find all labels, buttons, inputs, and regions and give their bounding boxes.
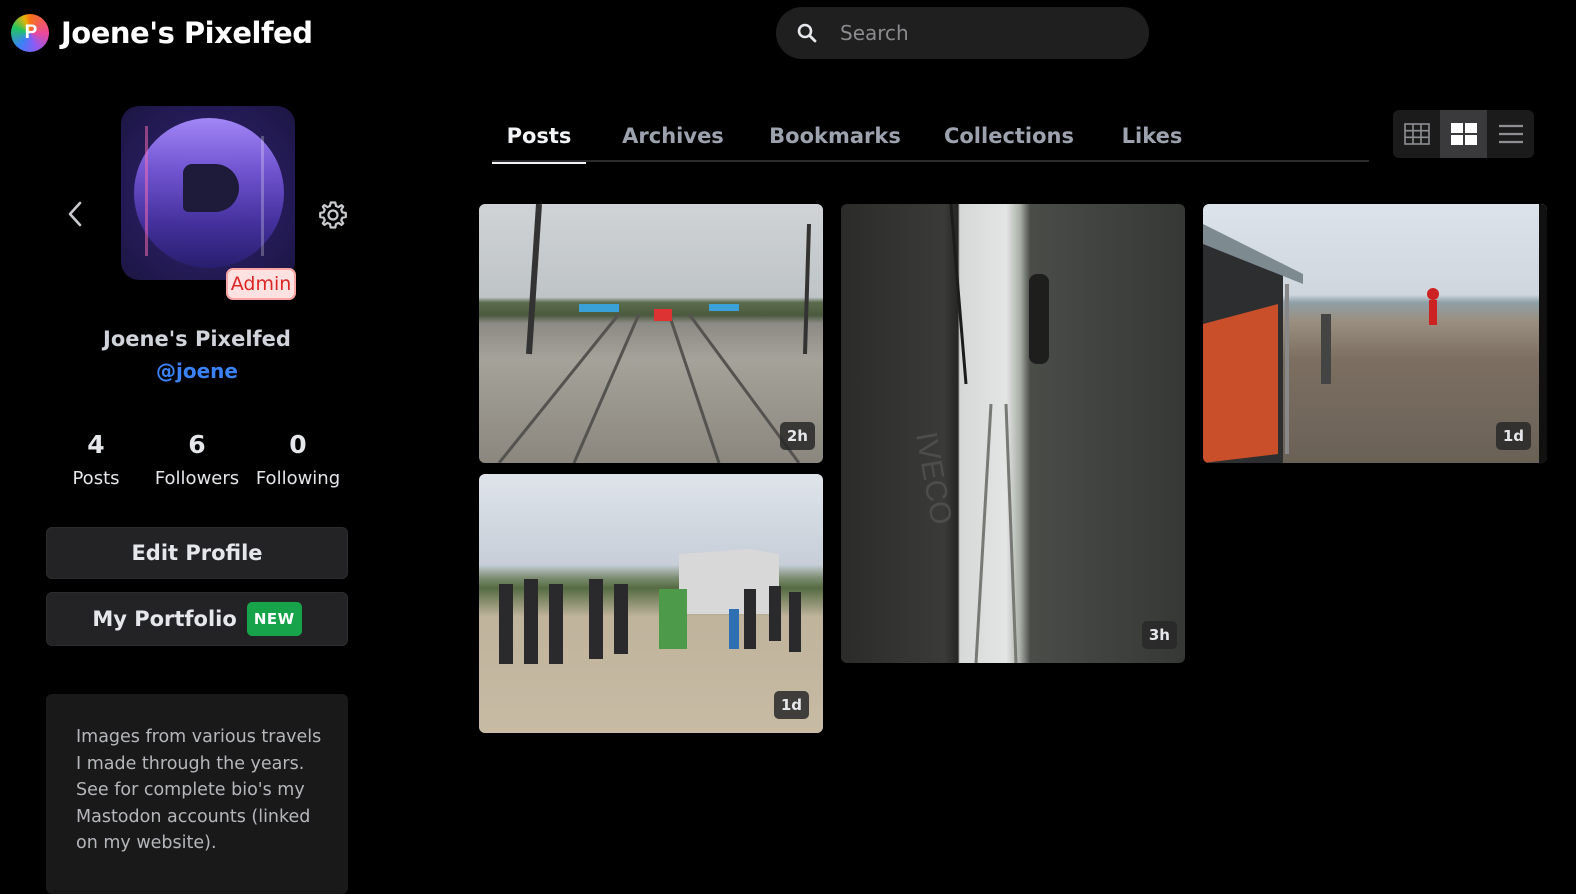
grid-3-icon [1403, 123, 1430, 145]
stat-label: Following [255, 468, 341, 489]
settings-button[interactable] [316, 198, 350, 232]
brand[interactable]: P Joene's Pixelfed [11, 14, 313, 52]
admin-badge: Admin [226, 268, 296, 300]
my-portfolio-button[interactable]: My Portfolio NEW [46, 592, 348, 646]
svg-text:IVECO: IVECO [909, 429, 958, 527]
stat-value: 0 [289, 430, 307, 459]
post-time: 2h [779, 422, 815, 450]
stat-value: 6 [188, 430, 206, 459]
truck-photo: IVECO [909, 204, 1049, 663]
post-thumbnail[interactable]: 1d [1203, 204, 1547, 463]
post-thumbnail[interactable]: 2h [479, 204, 823, 463]
site-title: Joene's Pixelfed [61, 16, 313, 50]
search-icon [796, 22, 818, 44]
profile-username[interactable]: @joene [46, 359, 348, 383]
tab-likes[interactable]: Likes [1116, 110, 1188, 162]
post-time: 3h [1141, 621, 1177, 649]
gear-icon [319, 201, 347, 229]
avatar-shape [183, 164, 239, 212]
grid-3-view-button[interactable] [1393, 110, 1440, 158]
avatar-light-streak [145, 126, 148, 256]
stat-value: 4 [87, 430, 105, 459]
view-mode-toggle [1393, 110, 1534, 158]
post-time: 1d [1495, 422, 1531, 450]
grid-2-view-button[interactable] [1440, 110, 1487, 158]
tab-posts[interactable]: Posts [492, 110, 586, 164]
avatar-light-streak [261, 136, 264, 256]
list-view-button[interactable] [1487, 110, 1534, 158]
avatar[interactable] [121, 106, 295, 280]
tab-bookmarks[interactable]: Bookmarks [768, 110, 902, 162]
post-thumbnail[interactable]: 1d [479, 474, 823, 733]
logo-letter: P [24, 22, 38, 43]
grid-2-icon [1450, 123, 1477, 145]
edit-profile-button[interactable]: Edit Profile [46, 527, 348, 579]
crowd-photo [499, 549, 801, 664]
stat-label: Followers [154, 468, 240, 489]
new-badge: NEW [246, 602, 302, 636]
pixelfed-logo-icon: P [11, 14, 49, 52]
stat-posts[interactable]: 4 Posts [41, 430, 151, 489]
post-time: 1d [773, 691, 809, 719]
my-portfolio-label: My Portfolio [92, 607, 237, 631]
chevron-left-icon [68, 201, 82, 227]
profile-tabs: Posts Archives Bookmarks Collections Lik… [492, 110, 1369, 164]
back-button[interactable] [60, 198, 90, 230]
profile-display-name: Joene's Pixelfed [103, 327, 291, 351]
railway-photo [497, 204, 811, 463]
stat-label: Posts [72, 468, 120, 489]
search-bar[interactable] [776, 7, 1149, 59]
list-icon [1498, 124, 1523, 144]
stat-followers[interactable]: 6 Followers [142, 430, 252, 489]
search-input[interactable] [838, 20, 1122, 46]
tab-archives[interactable]: Archives [617, 110, 729, 162]
profile-bio: Images from various travels I made throu… [46, 694, 348, 894]
stat-following[interactable]: 0 Following [243, 430, 353, 489]
post-thumbnail[interactable]: IVECO 3h [841, 204, 1185, 663]
tab-collections[interactable]: Collections [942, 110, 1076, 162]
